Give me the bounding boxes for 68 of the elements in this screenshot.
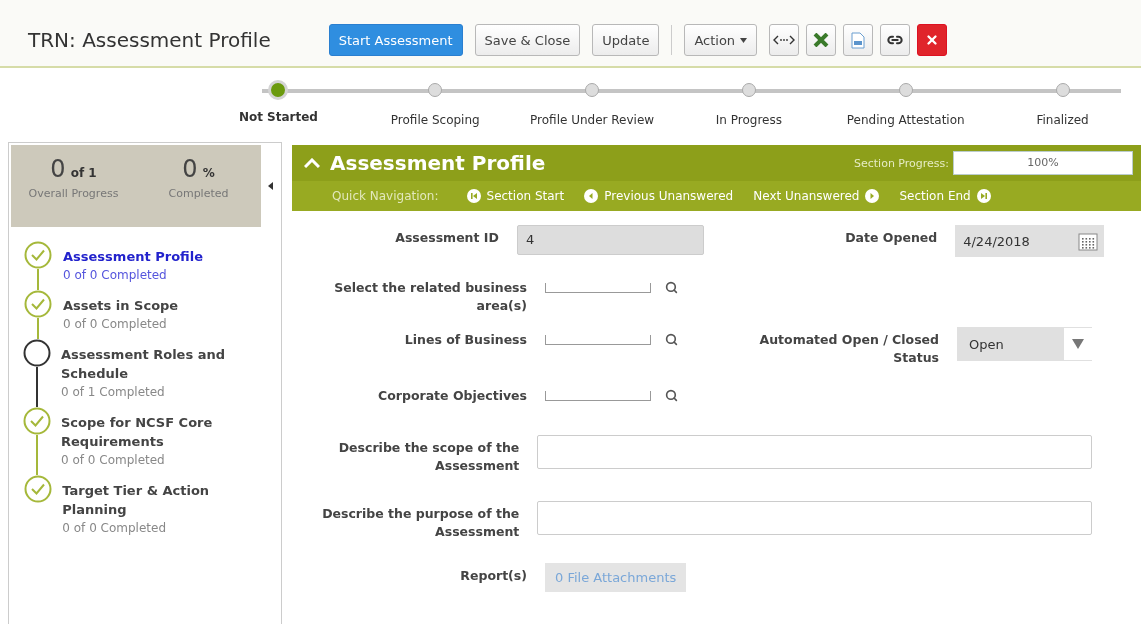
progress-total: of 1 bbox=[70, 166, 97, 180]
section-progress: 0 of 0 Completed bbox=[63, 268, 168, 282]
spreadsheet-icon bbox=[813, 33, 830, 47]
document-icon bbox=[851, 31, 866, 49]
lookup-field[interactable] bbox=[545, 282, 651, 293]
field-label: Assessment ID bbox=[394, 229, 499, 247]
progress-label: Section Progress: bbox=[854, 156, 949, 170]
field-label: Describe the scope of the Assessment bbox=[337, 439, 520, 475]
text-field[interactable]: 4 bbox=[516, 225, 704, 255]
progress-value: 100% bbox=[1026, 155, 1060, 171]
close-icon bbox=[925, 33, 940, 47]
dropdown-field[interactable]: Open bbox=[957, 327, 1092, 361]
percent-value: 0 bbox=[182, 155, 198, 183]
step-label: In Progress bbox=[715, 113, 782, 127]
stat-label: Completed bbox=[168, 187, 229, 200]
close-button[interactable] bbox=[917, 24, 948, 56]
step-label: Not Started bbox=[238, 110, 318, 124]
caret-icon bbox=[1072, 339, 1084, 349]
toolbar-button[interactable]: Update bbox=[592, 24, 660, 56]
lookup-field[interactable] bbox=[545, 334, 651, 345]
section-link[interactable]: Assets in Scope bbox=[63, 296, 179, 315]
section-link[interactable]: Assessment Profile bbox=[63, 247, 203, 266]
link-button[interactable] bbox=[880, 24, 911, 56]
code-toggle-button[interactable] bbox=[769, 24, 800, 56]
calendar-icon bbox=[1078, 231, 1098, 251]
step-label: Profile Scoping bbox=[390, 113, 480, 127]
search-icon[interactable] bbox=[665, 389, 678, 402]
section-title: Assessment Profile bbox=[330, 151, 547, 175]
step-label: Profile Under Review bbox=[530, 113, 655, 127]
excel-export-button[interactable] bbox=[806, 24, 837, 56]
field-label: Report(s) bbox=[459, 567, 527, 585]
arrows-icon bbox=[773, 35, 796, 45]
skip-forward-icon bbox=[865, 189, 880, 203]
section-progress: 0 of 1 Completed bbox=[61, 385, 166, 399]
text-input[interactable] bbox=[537, 435, 1092, 469]
section-progress: 0 of 0 Completed bbox=[62, 521, 168, 535]
caret-icon bbox=[740, 37, 748, 43]
progress-count: 0 bbox=[50, 155, 66, 183]
search-icon[interactable] bbox=[665, 333, 678, 346]
chevron-up-icon[interactable] bbox=[304, 158, 320, 168]
field-label: Automated Open / Closed Status bbox=[758, 331, 939, 367]
skip-back-icon bbox=[584, 189, 599, 203]
window-title: TRN: Assessment Profile bbox=[28, 28, 271, 52]
quick-navigation-label: Quick Navigation: bbox=[332, 189, 439, 203]
field-label: Corporate Objectives bbox=[377, 387, 527, 405]
action-dropdown-button[interactable]: Action bbox=[684, 24, 758, 56]
step-label: Finalized bbox=[1036, 113, 1089, 127]
date-field[interactable]: 4/24/2018 bbox=[955, 225, 1104, 257]
field-label: Date Opened bbox=[844, 229, 938, 247]
field-label: Lines of Business bbox=[403, 331, 527, 349]
toolbar-button[interactable]: Save & Close bbox=[474, 24, 581, 56]
step-label: Pending Attestation bbox=[846, 113, 965, 127]
lookup-field[interactable] bbox=[545, 390, 651, 401]
text-input[interactable] bbox=[537, 501, 1092, 535]
section-link[interactable]: Target Tier & Action Planning bbox=[62, 481, 273, 519]
section-link[interactable]: Assessment Roles and Schedule bbox=[61, 345, 273, 383]
section-progress: 0 of 0 Completed bbox=[63, 317, 168, 331]
section-progress: 0 of 0 Completed bbox=[61, 453, 166, 467]
skip-forward-icon bbox=[976, 189, 991, 203]
search-icon[interactable] bbox=[665, 281, 678, 294]
skip-back-icon bbox=[466, 189, 481, 203]
stat-label: Overall Progress bbox=[28, 187, 119, 200]
field-label: Select the related business area(s) bbox=[333, 279, 527, 315]
caret-icon bbox=[267, 182, 273, 190]
percent-sign: % bbox=[202, 166, 215, 180]
section-link[interactable]: Scope for NCSF Core Requirements bbox=[61, 413, 273, 451]
export-button[interactable] bbox=[843, 24, 874, 56]
field-label: Describe the purpose of the Assessment bbox=[322, 505, 520, 541]
